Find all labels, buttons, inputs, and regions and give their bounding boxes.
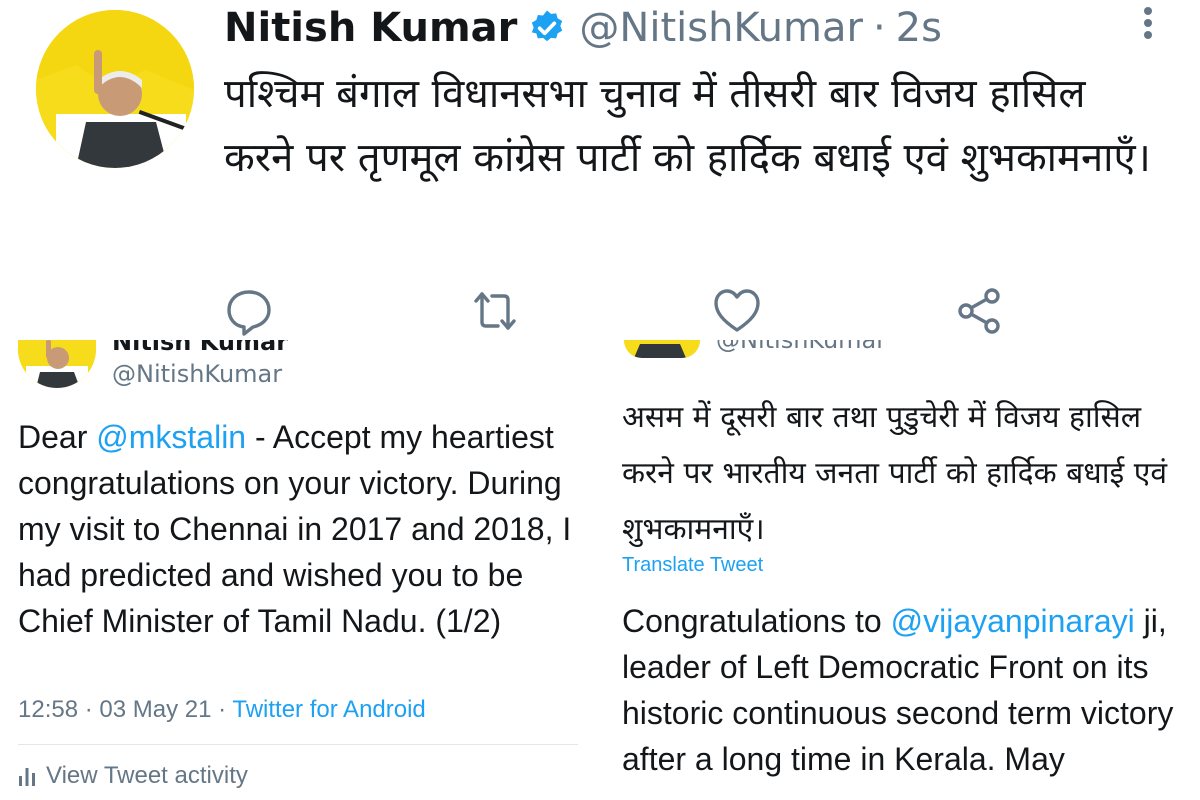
verified-badge-icon	[527, 8, 567, 48]
more-icon[interactable]	[1142, 6, 1154, 40]
mention-link[interactable]: @mkstalin	[96, 419, 246, 455]
author-name[interactable]: Nitish Kumar	[112, 340, 288, 356]
tweet-timestamp[interactable]: 2s	[896, 5, 942, 51]
author-handle[interactable]: @NitishKumar	[579, 5, 863, 51]
tweet-text-hindi: असम में दूसरी बार तथा पुडुचेरी में विजय …	[622, 400, 1168, 547]
view-tweet-activity-label: View Tweet activity	[46, 762, 248, 789]
mention-link[interactable]: @vijayanpinarayi	[891, 603, 1135, 639]
author-name[interactable]: Nitish Kumar	[224, 5, 517, 51]
tweet-text: पश्चिम बंगाल विधानसभा चुनाव में तीसरी बा…	[224, 71, 1151, 181]
header-separator: ·	[872, 5, 886, 51]
author-handle[interactable]: @NitishKumar	[716, 340, 886, 354]
view-tweet-activity-link[interactable]: View Tweet activity	[18, 762, 248, 790]
author-handle[interactable]: @NitishKumar	[112, 360, 282, 388]
embedded-tweet-right[interactable]: @NitishKumar असम में दूसरी बार तथा पुडुच…	[604, 340, 1200, 800]
divider	[18, 744, 578, 745]
reply-icon[interactable]	[222, 284, 276, 338]
tweet-meta: 12:58 · 03 May 21 · Twitter for Android	[18, 696, 426, 724]
avatar-portrait-image	[18, 340, 96, 388]
tweet-text: Dear @mkstalin - Accept my heartiest con…	[18, 414, 588, 644]
tweet-text-prefix: Congratulations to	[622, 603, 891, 639]
author-avatar[interactable]	[36, 10, 194, 168]
share-icon[interactable]	[952, 284, 1006, 338]
tweet-text-greeting: Dear	[18, 419, 97, 455]
author-avatar[interactable]	[624, 340, 700, 358]
avatar-portrait-image	[624, 340, 700, 358]
embedded-tweet-left[interactable]: Nitish Kumar @NitishKumar Dear @mkstalin…	[0, 340, 600, 800]
like-icon[interactable]	[710, 284, 764, 338]
avatar-portrait-image	[36, 10, 194, 168]
tweet-source-link[interactable]: Twitter for Android	[232, 696, 425, 723]
tweet-text: Congratulations to @vijayanpinarayi ji, …	[622, 598, 1182, 782]
translate-tweet-link[interactable]: Translate Tweet	[622, 554, 763, 577]
activity-bars-icon	[19, 768, 35, 786]
retweet-icon[interactable]	[468, 284, 522, 338]
tweet-header: Nitish Kumar @NitishKumar · 2s	[224, 0, 942, 56]
tweet-timestamp[interactable]: 12:58 · 03 May 21 ·	[18, 696, 232, 723]
author-avatar[interactable]	[18, 340, 96, 388]
